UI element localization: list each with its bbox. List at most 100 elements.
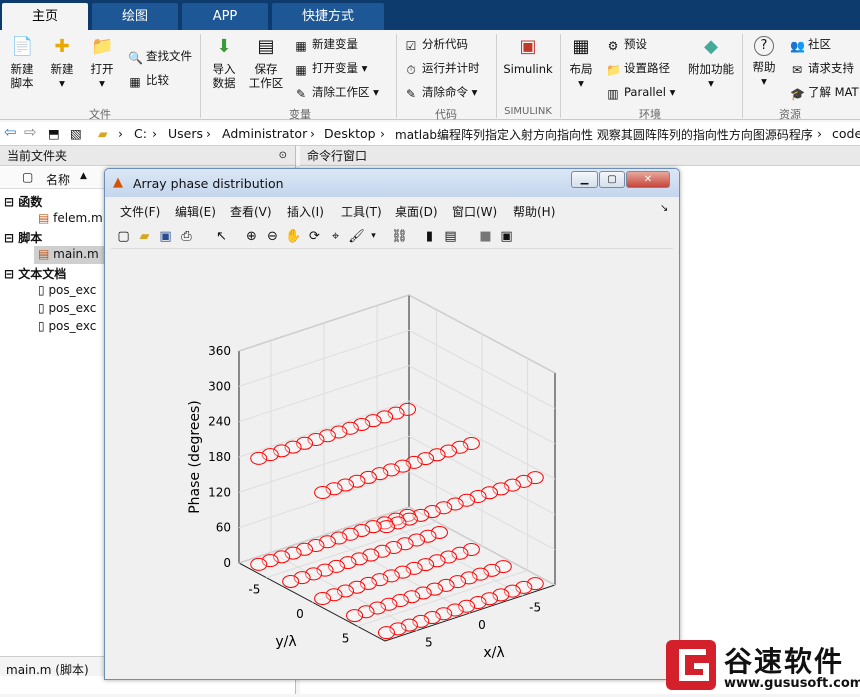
back-arrow-icon[interactable]: ⇦ (4, 123, 17, 141)
brush-icon[interactable]: 🖌 (348, 228, 365, 245)
show-plot-tools-icon[interactable]: ▣ (498, 228, 515, 245)
path-segment-drive[interactable]: C: (134, 126, 147, 141)
data-cursor-icon[interactable]: ⌖ (327, 228, 344, 245)
hide-plot-tools-icon[interactable]: ■ (477, 228, 494, 245)
help-button[interactable]: ? 帮助 ▾ (746, 36, 782, 88)
panel-menu-chevron-icon[interactable]: ⊙ (279, 146, 287, 166)
learn-matlab-button[interactable]: 🎓 了解 MAT (790, 84, 859, 101)
new-script-button[interactable]: 📄 新建 脚本 (4, 36, 40, 90)
save-icon[interactable]: ▣ (157, 228, 174, 245)
path-segment-project[interactable]: matlab编程阵列指定入射方向指向性 观察其圆阵阵列的指向性方向图源码程序 (395, 126, 813, 143)
find-files-button[interactable]: 🔍 查找文件 (128, 48, 192, 65)
menu-insert[interactable]: 插入(I) (287, 203, 324, 220)
parallel-button[interactable]: ▥ Parallel ▾ (606, 84, 675, 101)
dropdown-arrow-icon: ▾ (708, 76, 714, 90)
tab-apps[interactable]: APP (182, 3, 268, 30)
path-segment-desktop[interactable]: Desktop (324, 126, 376, 141)
save-workspace-button[interactable]: ▤ 保存 工作区 (246, 36, 286, 90)
analyze-code-button[interactable]: ☑ 分析代码 (404, 36, 468, 53)
simulink-label: Simulink (503, 62, 553, 76)
select-pointer-icon[interactable]: ↖ (213, 228, 230, 245)
list-item[interactable]: ▤ felem.m (38, 211, 103, 225)
group-file-label: 文件 (89, 108, 111, 121)
menu-view[interactable]: 查看(V) (230, 203, 272, 220)
up-folder-icon[interactable]: ⬒ (48, 126, 60, 141)
zoom-in-icon[interactable]: ⊕ (243, 228, 260, 245)
open-button[interactable]: 📁 打开 ▾ (84, 36, 120, 90)
layout-button[interactable]: ▦ 布局 ▾ (564, 36, 598, 90)
run-and-time-button[interactable]: ⏱ 运行并计时 (404, 60, 479, 77)
matlab-script-file-icon: ▤ (38, 247, 50, 261)
menu-help[interactable]: 帮助(H) (513, 203, 555, 220)
ribbon: 📄 新建 脚本 ✚ 新建 ▾ 📁 打开 ▾ 🔍 查找文件 ▦ 比较 文件 ⬇ 导入 数据… (0, 30, 860, 121)
tab-shortcuts[interactable]: 快捷方式 (272, 3, 384, 30)
clear-commands-label: 清除命令 (422, 85, 468, 99)
compare-button[interactable]: ▦ 比较 (128, 72, 169, 89)
preferences-button[interactable]: ⚙ 预设 (606, 36, 647, 53)
tab-plots[interactable]: 绘图 (92, 3, 178, 30)
list-item[interactable]: ▯ pos_exc (38, 283, 96, 297)
new-variable-label: 新建变量 (312, 37, 358, 51)
menu-edit[interactable]: 编辑(E) (175, 203, 216, 220)
pan-hand-icon[interactable]: ✋ (285, 228, 302, 245)
legend-icon[interactable]: ▤ (442, 228, 459, 245)
maximize-button[interactable]: ▢ (599, 171, 625, 188)
new-figure-icon[interactable]: ▢ (115, 228, 132, 245)
tab-home[interactable]: 主页 (2, 3, 88, 30)
command-window-title-text: 命令行窗口 (307, 149, 368, 163)
path-segment-code[interactable]: code (832, 126, 860, 141)
close-button[interactable]: ✕ (626, 171, 670, 188)
group-environment-label: 环境 (639, 108, 661, 121)
menu-file[interactable]: 文件(F) (120, 203, 160, 220)
list-item[interactable]: ▯ pos_exc (38, 319, 96, 333)
file-name: felem.m (53, 211, 103, 225)
tree-group-scripts-label: 脚本 (18, 231, 43, 245)
open-variable-icon: ▦ (295, 63, 307, 77)
menu-window[interactable]: 窗口(W) (452, 203, 497, 220)
minimize-button[interactable]: ▁ (571, 171, 598, 188)
simulink-button[interactable]: ▣ Simulink (500, 36, 556, 76)
tree-group-text-docs[interactable]: ⊟ 文本文档 (4, 265, 66, 282)
tree-group-scripts[interactable]: ⊟ 脚本 (4, 229, 42, 246)
tree-group-functions[interactable]: ⊟ 函数 (4, 193, 42, 210)
brush-dropdown-icon[interactable]: ▾ (365, 228, 382, 245)
new-variable-button[interactable]: ▦ 新建变量 (294, 36, 358, 53)
figure-toolbar: ▢ ▰ ▣ ⎙ ↖ ⊕ ⊖ ✋ ⟳ ⌖ 🖌 ▾ ⛓ ▮ ▤ ■ ▣ (111, 225, 673, 249)
menubar-chevron-icon[interactable]: ↘ (660, 203, 668, 214)
path-separator-icon: › (152, 126, 157, 141)
file-name: main.m (53, 247, 99, 261)
forward-arrow-icon[interactable]: ⇨ (24, 123, 37, 141)
import-data-button[interactable]: ⬇ 导入 数据 (206, 36, 242, 90)
column-header-name[interactable]: 名称 (46, 171, 70, 188)
clear-commands-button[interactable]: ✎ 清除命令 ▾ (404, 84, 477, 101)
community-button[interactable]: 👥 社区 (790, 36, 831, 53)
menu-desktop[interactable]: 桌面(D) (395, 203, 438, 220)
rotate-3d-icon[interactable]: ⟳ (306, 228, 323, 245)
addons-button[interactable]: ◆ 附加功能 ▾ (686, 36, 736, 90)
open-variable-button[interactable]: ▦ 打开变量 ▾ (294, 60, 367, 77)
print-icon[interactable]: ⎙ (178, 228, 195, 245)
import-arrow-icon: ⬇ (216, 36, 232, 57)
list-item[interactable]: ▯ pos_exc (38, 301, 96, 315)
browse-folder-icon[interactable]: ▧ (70, 126, 82, 141)
link-plot-icon[interactable]: ⛓ (391, 228, 408, 245)
group-separator (742, 34, 743, 118)
phase-3d-plot[interactable]: 0 60 120 180 240 300 360 -5 0 5 -5 0 5 Phase (degrees… (111, 251, 673, 675)
clear-workspace-label: 清除工作区 (312, 85, 370, 99)
path-segment-users[interactable]: Users (168, 126, 203, 141)
open-file-icon[interactable]: ▰ (136, 228, 153, 245)
colorbar-icon[interactable]: ▮ (421, 228, 438, 245)
sort-ascending-icon[interactable]: ▲ (80, 171, 87, 181)
zoom-out-icon[interactable]: ⊖ (264, 228, 281, 245)
y-axis-label: y/λ (275, 634, 296, 650)
ribbon-tabbar: 主页 绘图 APP 快捷方式 (0, 0, 860, 30)
request-support-button[interactable]: ✉ 请求支持 (790, 60, 854, 77)
set-path-button[interactable]: 📁 设置路径 (606, 60, 670, 77)
tree-group-functions-label: 函数 (18, 195, 43, 209)
clear-workspace-button[interactable]: ✎ 清除工作区 ▾ (294, 84, 379, 101)
menu-tools[interactable]: 工具(T) (341, 203, 382, 220)
path-segment-administrator[interactable]: Administrator (222, 126, 307, 141)
figure-title-bar[interactable]: ▲ Array phase distribution ▁ ▢ ✕ (105, 169, 679, 197)
new-button[interactable]: ✚ 新建 ▾ (44, 36, 80, 90)
find-files-label: 查找文件 (146, 49, 192, 63)
